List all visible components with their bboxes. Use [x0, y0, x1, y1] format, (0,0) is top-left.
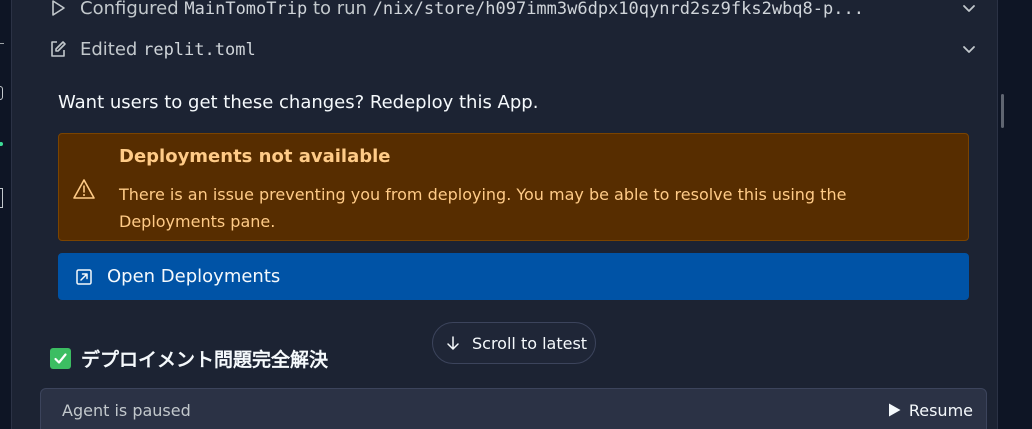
alert-body: There is an issue preventing you from de…	[119, 185, 847, 231]
deployments-warning-alert: Deployments not available There is an is…	[58, 133, 969, 241]
chat-panel: Configured MainTomoTrip to run /nix/stor…	[28, 0, 997, 429]
resume-button[interactable]: Resume	[888, 399, 973, 421]
play-icon	[888, 403, 901, 417]
sidebar-icon-fragment[interactable]	[0, 188, 3, 208]
alert-title: Deployments not available	[119, 146, 391, 167]
action-text: Configured MainTomoTrip to run /nix/stor…	[80, 0, 950, 19]
right-panel-edge	[997, 0, 1032, 429]
check-mark-icon	[50, 347, 71, 369]
status-dot-icon	[0, 142, 3, 146]
arrow-down-icon	[447, 336, 459, 350]
sidebar-icon-fragment[interactable]	[0, 40, 4, 44]
edit-icon	[51, 41, 66, 57]
agent-status-label: Agent is paused	[62, 401, 191, 420]
scrollbar-thumb[interactable]	[1001, 94, 1004, 128]
scroll-to-latest-label: Scroll to latest	[472, 333, 588, 353]
message-heading: デプロイメント問題完全解決	[50, 345, 328, 371]
external-link-icon	[76, 268, 92, 285]
chevron-down-icon[interactable]	[960, 0, 978, 17]
run-command-path: /nix/store/h097imm3w6dpx10qynrd2sz9fks2w…	[372, 0, 864, 19]
action-prefix: Configured	[80, 0, 185, 19]
action-middle: to run	[307, 0, 373, 19]
workflow-name: MainTomoTrip	[184, 0, 308, 19]
chevron-down-icon[interactable]	[960, 40, 978, 58]
redeploy-prompt: Want users to get these changes? Redeplo…	[58, 92, 539, 113]
warning-icon	[73, 179, 95, 199]
play-icon	[52, 0, 65, 16]
action-text: Edited replit.toml	[80, 39, 950, 60]
open-deployments-label: Open Deployments	[107, 266, 281, 287]
agent-chat-window: Configured MainTomoTrip to run /nix/stor…	[0, 0, 1032, 429]
sidebar-icon-fragment[interactable]	[0, 86, 3, 100]
resume-label: Resume	[908, 400, 973, 420]
scroll-to-latest-button[interactable]: Scroll to latest	[432, 322, 596, 364]
action-prefix: Edited	[80, 38, 144, 60]
left-sidebar-edge	[0, 0, 12, 429]
open-deployments-button[interactable]: Open Deployments	[58, 253, 969, 300]
edited-file-name: replit.toml	[143, 39, 256, 60]
action-row-edited[interactable]: Edited replit.toml	[48, 34, 978, 64]
heading-text: デプロイメント問題完全解決	[81, 348, 329, 371]
agent-status-bar: Agent is paused Resume	[40, 388, 987, 429]
action-row-configured[interactable]: Configured MainTomoTrip to run /nix/stor…	[48, 0, 978, 23]
